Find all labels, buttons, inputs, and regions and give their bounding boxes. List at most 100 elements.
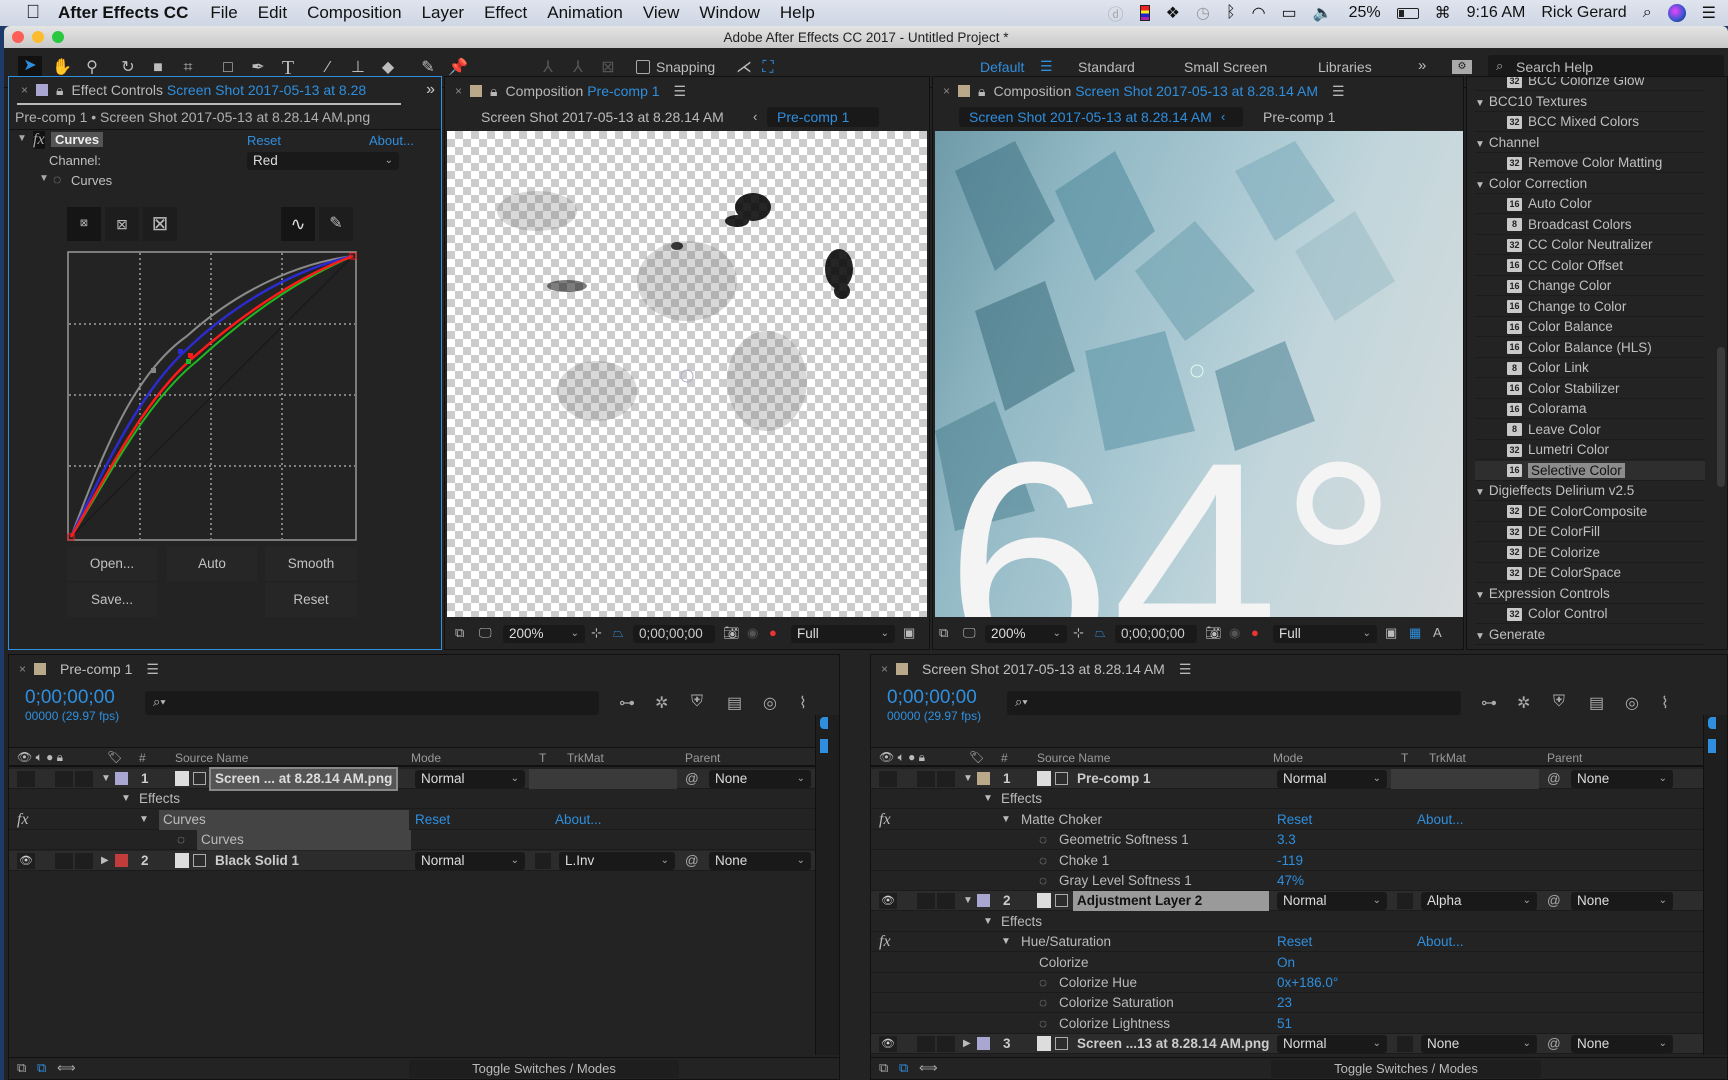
monitor-icon[interactable]: 🖵︎	[479, 625, 492, 641]
quality-switch-icon[interactable]	[1055, 894, 1068, 908]
effect-category[interactable]: ▼ Channel	[1475, 133, 1705, 153]
region-of-interest-icon[interactable]: ▣	[903, 625, 915, 641]
layer-name[interactable]: Pre-comp 1	[1073, 769, 1155, 789]
frame-blending-icon[interactable]: ▤	[1589, 693, 1604, 713]
battery-icon[interactable]	[1396, 7, 1419, 19]
comp-mini-flowchart-icon[interactable]: ⊶	[619, 693, 635, 713]
column-source[interactable]: Source Name	[1037, 751, 1110, 765]
red-control-point[interactable]	[188, 353, 193, 358]
always-preview-icon[interactable]: ⧉	[455, 625, 464, 641]
motion-blur-icon[interactable]: ◎	[1625, 693, 1639, 713]
property-row[interactable]: ◌ Colorize Hue 0x+186.0°	[871, 973, 1727, 993]
solo-switch[interactable]	[917, 1036, 935, 1053]
toggle-switches-modes-button[interactable]: Toggle Switches / Modes	[409, 1060, 679, 1078]
layer-name[interactable]: Screen ...13 at 8.28.14 AM.png	[1073, 1034, 1273, 1054]
workspace-libraries[interactable]: Libraries	[1318, 59, 1372, 75]
layer-search-input[interactable]: ⌕▾	[1007, 691, 1461, 715]
bezier-curve-tool-icon[interactable]: ∿	[281, 207, 315, 241]
composition-tab[interactable]: × 🔒︎ Composition Pre-comp 1 ☰	[445, 77, 929, 105]
parent-dropdown[interactable]: None ⌄	[709, 770, 811, 788]
effect-controls-tab[interactable]: × 🔒︎ Effect Controls Screen Shot 2017-05…	[17, 77, 401, 105]
pencil-tool-icon[interactable]: ✎	[319, 207, 353, 241]
pen-tool-icon[interactable]: ✒	[248, 58, 268, 78]
layer-row[interactable]: ▼ 1 Screen ... at 8.28.14 AM.png Normal ⌄ @ No…	[9, 767, 839, 791]
disclosure-triangle-icon[interactable]: ▼	[1475, 590, 1485, 601]
camera-tool-icon[interactable]: ■	[148, 58, 168, 78]
snap-edges-icon[interactable]: ⋌	[734, 58, 754, 78]
frame-blending-icon[interactable]: ▤	[727, 693, 742, 713]
stopwatch-icon[interactable]: ◌	[53, 171, 61, 187]
siri-icon[interactable]	[1667, 4, 1686, 22]
toggle-switches-modes-button[interactable]: Toggle Switches / Modes	[1271, 1060, 1541, 1078]
workspace-settings-icon[interactable]: ⚙	[1452, 60, 1472, 74]
graph-size-medium-button[interactable]: ⊠	[105, 207, 139, 241]
quality-switch-icon[interactable]	[1055, 1037, 1068, 1051]
column-t[interactable]: T	[1401, 751, 1408, 765]
solo-switch[interactable]	[55, 771, 73, 787]
effect-item[interactable]: 32 Lumetri Color	[1475, 440, 1705, 460]
disclosure-triangle-icon[interactable]: ▼	[1475, 180, 1485, 191]
effect-reset-link[interactable]: Reset	[1277, 932, 1312, 952]
breadcrumb-current[interactable]: Pre-comp 1	[767, 107, 879, 127]
effect-about-link[interactable]: About...	[555, 810, 602, 830]
collapse-triangle-icon[interactable]: ▼	[39, 173, 49, 184]
menu-layer[interactable]: Layer	[422, 3, 465, 23]
parent-dropdown[interactable]: None ⌄	[1571, 892, 1673, 911]
transparency-grid-icon[interactable]: ▦	[1409, 625, 1421, 641]
property-value[interactable]: -119	[1277, 851, 1303, 871]
track-matte-dropdown[interactable]: None ⌄	[1421, 1035, 1537, 1054]
time-navigator-start-handle[interactable]	[820, 717, 828, 729]
layer-switches-pane-icon[interactable]: ⧉	[879, 1060, 888, 1076]
preserve-transparency-toggle[interactable]	[1397, 893, 1413, 910]
expand-triangle-icon[interactable]: ▶	[101, 851, 109, 871]
channel-rgb-icon[interactable]: ●	[769, 625, 777, 640]
timeline-tab[interactable]: × Pre-comp 1 ☰	[9, 655, 839, 683]
effects-group-row[interactable]: ▼ Effects	[871, 912, 1727, 932]
preserve-transparency-toggle[interactable]	[535, 852, 551, 869]
effect-item[interactable]: 16 Selective Color	[1475, 460, 1705, 481]
monitor-icon[interactable]: 🖵︎	[963, 625, 976, 641]
workspace-small-screen[interactable]: Small Screen	[1184, 59, 1267, 75]
panel-menu-icon[interactable]: ☰	[1332, 83, 1345, 100]
effect-item[interactable]: 32 BCC Mixed Colors	[1475, 112, 1705, 132]
close-window-button[interactable]	[12, 31, 24, 43]
video-switch[interactable]	[879, 771, 897, 787]
effect-item[interactable]: 32 DE ColorSpace	[1475, 563, 1705, 583]
breadcrumb-current[interactable]: Screen Shot 2017-05-13 at 8.28.14 AM	[959, 107, 1243, 127]
mask-visibility-icon[interactable]: ⏢	[1095, 625, 1105, 641]
show-snapshot-icon[interactable]: ◉	[747, 625, 758, 641]
dashlane-icon[interactable]: ⓓ	[1108, 1, 1124, 25]
magnification-dropdown[interactable]: 200% ⌄	[985, 625, 1067, 643]
hand-tool-icon[interactable]: ✋	[52, 58, 72, 78]
effect-item[interactable]: 32 DE ColorComposite	[1475, 502, 1705, 522]
menu-animation[interactable]: Animation	[547, 3, 623, 23]
property-value[interactable]: 0x+186.0°	[1277, 973, 1338, 993]
dropbox-icon[interactable]: ❖	[1166, 3, 1180, 23]
layer-row[interactable]: ▼ 1 Pre-comp 1 Normal ⌄ @ None ⌄	[871, 769, 1727, 789]
collapse-triangle-icon[interactable]: ▼	[983, 789, 993, 809]
track-matte-dropdown[interactable]: L.Inv ⌄	[559, 851, 675, 870]
parent-pick-whip-icon[interactable]: @	[685, 851, 699, 871]
in-out-pane-icon[interactable]: ⟺	[919, 1060, 938, 1076]
effect-item[interactable]: 16 Change to Color	[1475, 297, 1705, 317]
about-link[interactable]: About...	[369, 133, 414, 148]
collapse-triangle-icon[interactable]: ▼	[17, 133, 27, 144]
time-navigator-start-handle[interactable]	[1708, 717, 1716, 729]
effect-category[interactable]: ▼ Digieffects Delirium v2.5	[1475, 481, 1705, 501]
column-mode[interactable]: Mode	[411, 751, 441, 765]
time-machine-icon[interactable]: ◷	[1196, 3, 1210, 23]
layer-row[interactable]: 👁︎ ▼ 2 Adjustment Layer 2 Normal ⌄ Alpha ⌄ @ None…	[871, 891, 1727, 912]
disclosure-triangle-icon[interactable]: ▼	[1475, 139, 1485, 150]
workspace-standard[interactable]: Standard	[1078, 59, 1135, 75]
rotation-tool-icon[interactable]: ↻	[118, 58, 138, 78]
keyboard-viewer-icon[interactable]: ⌘	[1435, 3, 1451, 23]
effect-item[interactable]: 16 CC Color Offset	[1475, 256, 1705, 276]
parent-pick-whip-icon[interactable]: @	[1547, 769, 1561, 789]
column-num[interactable]: #	[1001, 751, 1008, 765]
effect-item[interactable]: 16 Auto Color	[1475, 194, 1705, 214]
fx-toggle-icon[interactable]: fx	[879, 810, 891, 830]
effect-item[interactable]: 16 Color Stabilizer	[1475, 379, 1705, 399]
region-of-interest-icon[interactable]: ▣	[1385, 625, 1397, 641]
snapping-checkbox[interactable]	[636, 60, 650, 74]
disclosure-triangle-icon[interactable]: ▼	[1475, 631, 1485, 642]
